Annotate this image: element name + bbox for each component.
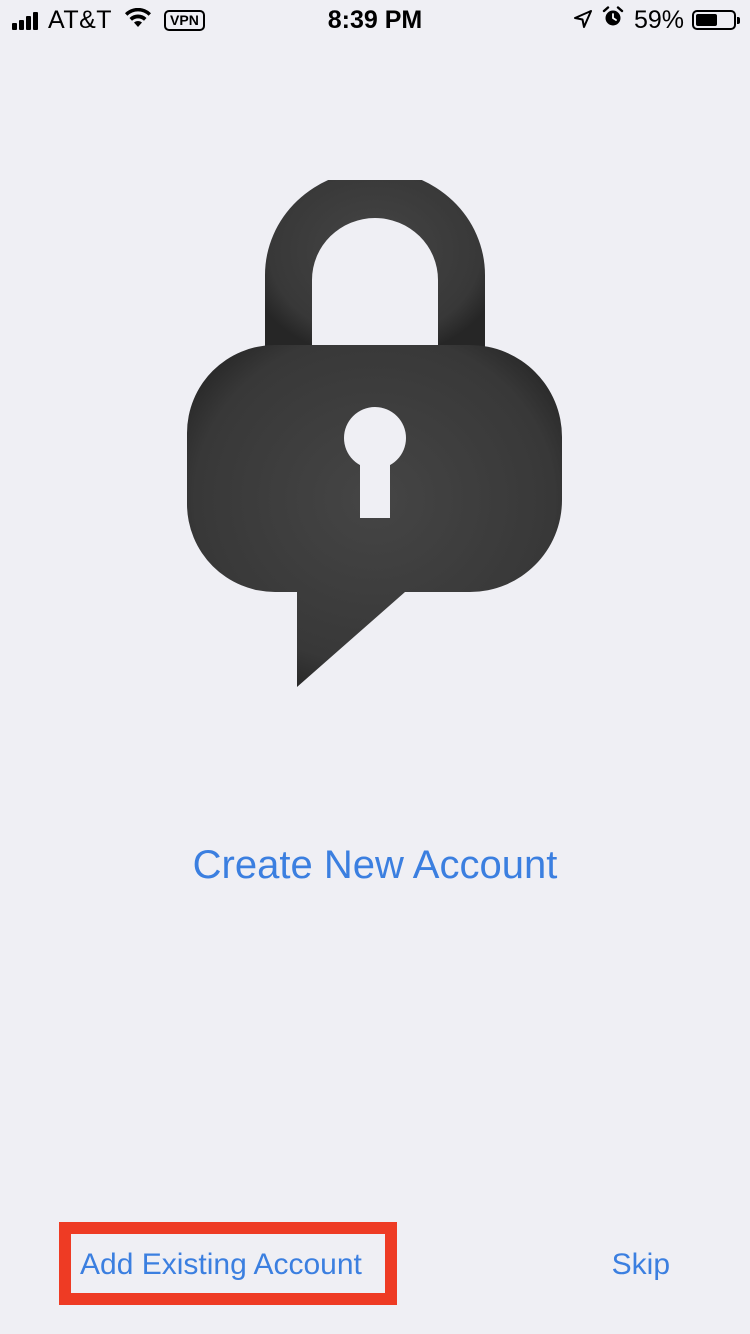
onboarding-screen: AT&T VPN 8:39 PM 59% Create New Account … [0, 0, 750, 1334]
location-icon [573, 6, 592, 35]
status-bar: AT&T VPN 8:39 PM 59% [0, 0, 750, 40]
create-new-account-button[interactable]: Create New Account [0, 838, 750, 892]
battery-percent: 59% [633, 5, 684, 34]
chat-lock-icon [180, 170, 570, 700]
add-existing-account-button[interactable]: Add Existing Account [80, 1246, 362, 1284]
alarm-icon [602, 5, 624, 35]
skip-button[interactable]: Skip [612, 1246, 670, 1284]
battery-tip [737, 17, 740, 24]
battery-fill [696, 14, 717, 26]
battery-icon [692, 10, 740, 30]
status-bar-right: 59% [573, 5, 740, 35]
